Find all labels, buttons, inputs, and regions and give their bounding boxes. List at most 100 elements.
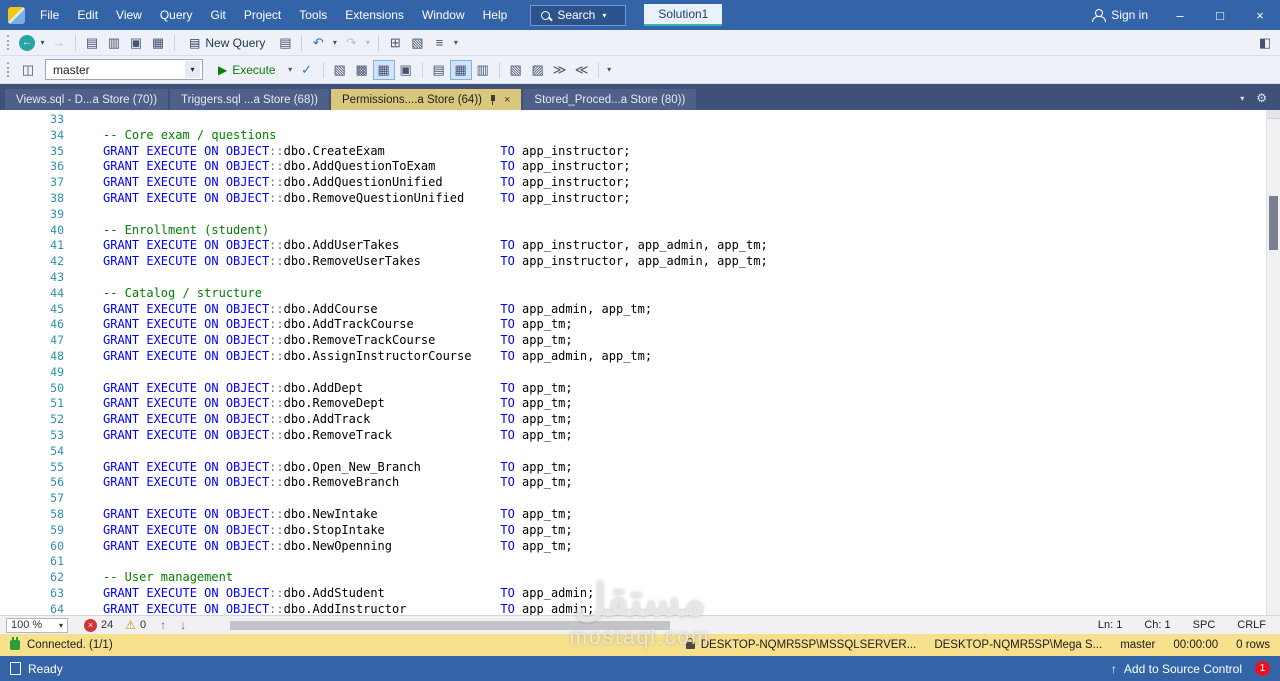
menu-tools[interactable]: Tools	[290, 1, 336, 29]
open-query-icon[interactable]: ▤	[274, 33, 296, 53]
results-text-icon[interactable]: ▤	[428, 60, 450, 80]
code-line[interactable]: 34 -- Core exam / questions	[0, 128, 1266, 144]
menu-query[interactable]: Query	[151, 1, 202, 29]
open-file-icon[interactable]: ▥	[103, 33, 125, 53]
document-tab[interactable]: Permissions....a Store (64)) ×	[331, 89, 522, 110]
code-line[interactable]: 62 -- User management	[0, 570, 1266, 586]
indent-icon[interactable]: ≫	[549, 60, 571, 80]
menu-window[interactable]: Window	[413, 1, 474, 29]
code-line[interactable]: 50 GRANT EXECUTE ON OBJECT::dbo.AddDept T…	[0, 381, 1266, 397]
code-line[interactable]: 43	[0, 270, 1266, 286]
current-database[interactable]: master	[1120, 639, 1155, 651]
code-line[interactable]: 56 GRANT EXECUTE ON OBJECT::dbo.RemoveBra…	[0, 475, 1266, 491]
sign-in-button[interactable]: Sign in	[1080, 8, 1160, 22]
code-line[interactable]: 40 -- Enrollment (student)	[0, 223, 1266, 239]
script-grid-icon[interactable]: ⊞	[384, 33, 406, 53]
tab-list-caret-icon[interactable]: ▾	[1240, 94, 1244, 103]
list-members-caret-icon[interactable]: ▾	[450, 33, 461, 53]
properties-panel-icon[interactable]: ◧	[1254, 33, 1276, 53]
code-line[interactable]: 47 GRANT EXECUTE ON OBJECT::dbo.RemoveTra…	[0, 333, 1266, 349]
code-line[interactable]: 64 GRANT EXECUTE ON OBJECT::dbo.AddInstru…	[0, 602, 1266, 615]
menu-git[interactable]: Git	[202, 1, 235, 29]
nav-backward-icon[interactable]: ←	[19, 34, 35, 51]
next-error-icon[interactable]: ↓	[180, 618, 186, 632]
outdent-icon[interactable]: ≪	[571, 60, 593, 80]
estimated-plan-icon[interactable]: ▧	[329, 60, 351, 80]
code-line[interactable]: 60 GRANT EXECUTE ON OBJECT::dbo.NewOpenni…	[0, 539, 1266, 555]
code-line[interactable]: 35 GRANT EXECUTE ON OBJECT::dbo.CreateExa…	[0, 144, 1266, 160]
code-line[interactable]: 57	[0, 491, 1266, 507]
minimize-button[interactable]: –	[1160, 0, 1200, 30]
code-line[interactable]: 41 GRANT EXECUTE ON OBJECT::dbo.AddUserTa…	[0, 238, 1266, 254]
tab-settings-gear-icon[interactable]: ⚙	[1256, 91, 1267, 105]
code-line[interactable]: 51 GRANT EXECUTE ON OBJECT::dbo.RemoveDep…	[0, 396, 1266, 412]
server-name[interactable]: DESKTOP-NQMR5SP\MSSQLSERVER...	[701, 639, 917, 651]
uncomment-icon[interactable]: ▨	[527, 60, 549, 80]
sqlcmd-icon[interactable]: ▣	[395, 60, 417, 80]
new-query-button[interactable]: ▤ New Query	[180, 33, 274, 53]
menu-edit[interactable]: Edit	[68, 1, 107, 29]
activity-monitor-icon[interactable]: ▧	[406, 33, 428, 53]
menu-file[interactable]: File	[31, 1, 68, 29]
code-line[interactable]: 53 GRANT EXECUTE ON OBJECT::dbo.RemoveTra…	[0, 428, 1266, 444]
error-icon[interactable]: ×	[84, 618, 97, 632]
code-line[interactable]: 59 GRANT EXECUTE ON OBJECT::dbo.StopIntak…	[0, 523, 1266, 539]
document-tab[interactable]: Stored_Proced...a Store (80))	[523, 89, 697, 110]
debug-caret-icon[interactable]: ▾	[285, 60, 296, 80]
comment-icon[interactable]: ▧	[505, 60, 527, 80]
menu-help[interactable]: Help	[474, 1, 517, 29]
horizontal-scrollbar[interactable]	[200, 619, 1062, 631]
save-all-icon[interactable]: ▦	[147, 33, 169, 53]
toolbar-options-caret-icon[interactable]: ▾	[604, 60, 615, 80]
pin-icon[interactable]	[489, 94, 497, 105]
splitter-handle-icon[interactable]	[1267, 110, 1280, 119]
document-tab[interactable]: Triggers.sql ...a Store (68))	[170, 89, 330, 110]
code-line[interactable]: 54	[0, 444, 1266, 460]
menu-project[interactable]: Project	[235, 1, 290, 29]
undo-caret-icon[interactable]: ▾	[329, 33, 340, 53]
vertical-scrollbar[interactable]	[1266, 110, 1280, 615]
add-to-source-control-button[interactable]: Add to Source Control	[1124, 662, 1242, 676]
code-line[interactable]: 38 GRANT EXECUTE ON OBJECT::dbo.RemoveQue…	[0, 191, 1266, 207]
results-file-icon[interactable]: ▥	[472, 60, 494, 80]
save-icon[interactable]: ▣	[125, 33, 147, 53]
code-line[interactable]: 37 GRANT EXECUTE ON OBJECT::dbo.AddQuesti…	[0, 175, 1266, 191]
undo-icon[interactable]: ↶	[307, 33, 329, 53]
code-line[interactable]: 42 GRANT EXECUTE ON OBJECT::dbo.RemoveUse…	[0, 254, 1266, 270]
code-line[interactable]: 52 GRANT EXECUTE ON OBJECT::dbo.AddTrack …	[0, 412, 1266, 428]
close-button[interactable]: ×	[1240, 0, 1280, 30]
code-line[interactable]: 46 GRANT EXECUTE ON OBJECT::dbo.AddTrackC…	[0, 317, 1266, 333]
code-area[interactable]: 33 34 -- Core exam / questions 35 GRANT EXEC…	[0, 110, 1266, 615]
code-line[interactable]: 63 GRANT EXECUTE ON OBJECT::dbo.AddStuden…	[0, 586, 1266, 602]
nav-backward-caret-icon[interactable]: ▾	[37, 33, 48, 53]
horizontal-scrollbar-thumb[interactable]	[230, 620, 671, 630]
database-combo[interactable]: master ▾	[45, 59, 203, 80]
code-line[interactable]: 39	[0, 207, 1266, 223]
maximize-button[interactable]: □	[1200, 0, 1240, 30]
toolbar-grip[interactable]	[7, 35, 10, 50]
redo-caret-icon[interactable]: ▾	[362, 33, 373, 53]
zoom-select[interactable]: 100 % ▾	[6, 617, 68, 633]
login-name[interactable]: DESKTOP-NQMR5SP\Mega S...	[934, 639, 1102, 651]
close-tab-icon[interactable]: ×	[504, 94, 510, 106]
intellisense-icon[interactable]: ▦	[372, 59, 395, 80]
redo-icon[interactable]: ↷	[340, 33, 362, 53]
search-box[interactable]: Search ▾	[530, 4, 627, 26]
code-line[interactable]: 49	[0, 365, 1266, 381]
notification-badge[interactable]: 1	[1255, 661, 1270, 676]
list-members-icon[interactable]: ≡	[428, 33, 450, 53]
code-line[interactable]: 44 -- Catalog / structure	[0, 286, 1266, 302]
warning-icon[interactable]: ⚠	[125, 618, 136, 632]
query-toolbar-grip[interactable]	[7, 62, 10, 77]
code-line[interactable]: 48 GRANT EXECUTE ON OBJECT::dbo.AssignIns…	[0, 349, 1266, 365]
solution-selector[interactable]: Solution1	[644, 4, 723, 26]
query-options-icon[interactable]: ▩	[351, 60, 373, 80]
prev-error-icon[interactable]: ↑	[160, 618, 166, 632]
change-connection-icon[interactable]: ◫	[17, 60, 39, 80]
code-line[interactable]: 45 GRANT EXECUTE ON OBJECT::dbo.AddCourse…	[0, 302, 1266, 318]
nav-forward-icon[interactable]: →	[48, 33, 70, 53]
results-grid-icon[interactable]: ▦	[449, 59, 472, 80]
code-line[interactable]: 33	[0, 112, 1266, 128]
document-tab[interactable]: Views.sql - D...a Store (70))	[5, 89, 169, 110]
menu-view[interactable]: View	[107, 1, 151, 29]
